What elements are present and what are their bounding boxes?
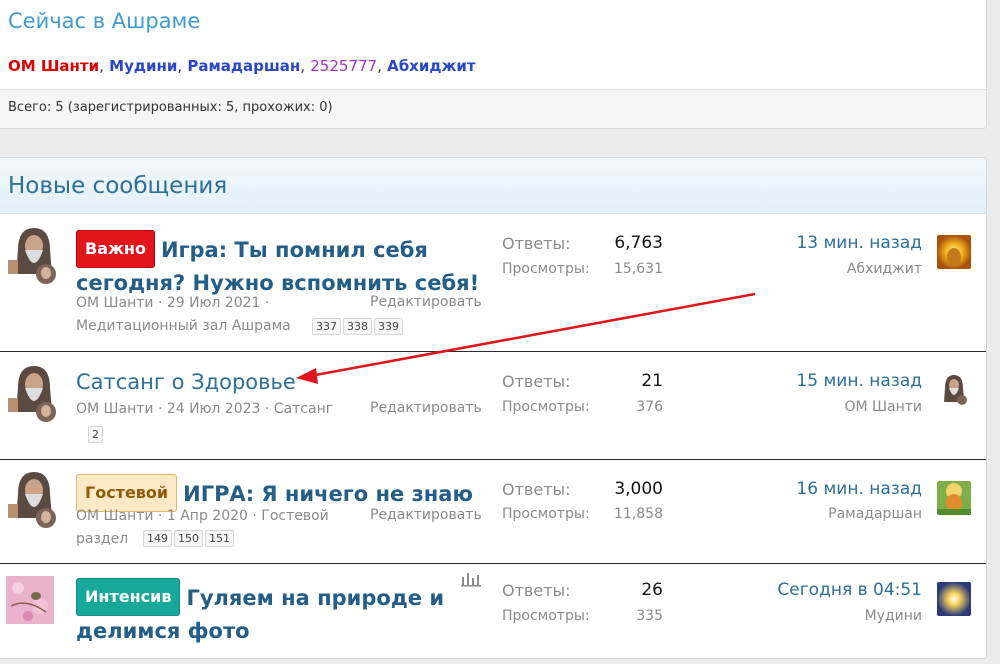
separator: ,	[177, 57, 183, 75]
last-post-user[interactable]: ОМ Шанти	[844, 399, 922, 415]
page-links: 337 338 339	[312, 318, 405, 335]
replies-count: 3,000	[614, 479, 663, 499]
thread-title-line[interactable]: делимся фото	[76, 619, 250, 643]
author-avatar-icon[interactable]	[6, 224, 60, 286]
last-poster-avatar-icon[interactable]	[937, 235, 971, 269]
thread-title[interactable]: Важно Игра: Ты помнил себя сегодня? Нужно…	[76, 230, 479, 299]
thread-author[interactable]: ОМ Шанти	[76, 508, 154, 524]
author-avatar-icon[interactable]	[6, 362, 60, 424]
online-users-list: ОМ Шанти, Мудини, Рамадаршан, 2525777, А…	[8, 57, 476, 75]
replies-count: 6,763	[614, 233, 663, 253]
online-user[interactable]: 2525777	[310, 57, 377, 75]
online-user[interactable]: Абхиджит	[387, 57, 476, 75]
thread-title[interactable]: Интенсив Гуляем на природе и делимся фото	[76, 578, 444, 647]
page-links: 2	[88, 426, 105, 443]
page-link[interactable]: 2	[88, 426, 103, 443]
replies-label: Ответы:	[502, 581, 571, 600]
thread-date[interactable]: 1 Апр 2020	[167, 508, 248, 524]
thread-title-line[interactable]: Игра: Ты помнил себя	[161, 238, 428, 262]
thread-meta: ОМ Шанти · 24 Июл 2023 · Сатсанг	[76, 401, 334, 417]
page-link[interactable]: 339	[374, 318, 403, 335]
page-link[interactable]: 149	[143, 530, 172, 547]
thread-forum[interactable]: раздел	[76, 531, 128, 547]
last-poster-avatar-icon[interactable]	[937, 582, 971, 616]
last-post-user[interactable]: Мудини	[865, 608, 922, 624]
thread-title-line[interactable]: Гуляем на природе и	[186, 586, 444, 610]
online-title[interactable]: Сейчас в Ашраме	[8, 9, 200, 33]
online-block: Сейчас в Ашраме ОМ Шанти, Мудини, Рамада…	[0, 0, 987, 129]
separator: ,	[300, 57, 306, 75]
edit-link[interactable]: Редактировать	[370, 294, 482, 310]
author-avatar-icon[interactable]	[6, 468, 60, 530]
online-total: Всего: 5 (зарегистрированных: 5, прохожи…	[8, 100, 333, 115]
last-post-time[interactable]: 15 мин. назад	[796, 371, 922, 391]
replies-count: 26	[641, 580, 663, 600]
page-link[interactable]: 150	[174, 530, 203, 547]
online-user[interactable]: Мудини	[109, 57, 177, 75]
thread-author[interactable]: ОМ Шанти	[76, 401, 154, 417]
thread-author[interactable]: ОМ Шанти	[76, 295, 154, 311]
thread-title[interactable]: Сатсанг о Здоровье	[76, 367, 296, 398]
replies-label: Ответы:	[502, 234, 571, 253]
online-footer: Всего: 5 (зарегистрированных: 5, прохожи…	[0, 89, 986, 128]
views-count: 376	[636, 399, 663, 415]
badge-intensive[interactable]: Интенсив	[76, 578, 181, 616]
edit-link[interactable]: Редактировать	[370, 400, 482, 416]
badge-important[interactable]: Важно	[76, 230, 155, 268]
poll-chart-icon	[461, 573, 481, 587]
thread-title-text[interactable]: ИГРА: Я ничего не знаю	[183, 482, 473, 506]
thread-date[interactable]: 24 Июл 2023	[167, 401, 261, 417]
separator: ,	[377, 57, 382, 75]
views-count: 11,858	[614, 506, 663, 522]
page-link[interactable]: 151	[205, 530, 234, 547]
thread-row: Интенсив Гуляем на природе и делимся фото…	[0, 564, 986, 664]
thread-row: Гостевой ИГРА: Я ничего не знаю ОМ Шанти …	[0, 460, 986, 564]
page-link[interactable]: 337	[312, 318, 341, 335]
new-posts-block: Новые сообщения Важно Игра: Ты помнил себ…	[0, 157, 987, 659]
online-user[interactable]: Рамадаршан	[187, 57, 300, 75]
thread-row: Важно Игра: Ты помнил себя сегодня? Нужно…	[0, 214, 986, 352]
thread-forum[interactable]: Сатсанг	[274, 401, 333, 417]
views-label: Просмотры:	[502, 261, 590, 277]
thread-row: Сатсанг о Здоровье ОМ Шанти · 24 Июл 202…	[0, 352, 986, 460]
thread-date[interactable]: 29 Июл 2021	[167, 295, 261, 311]
last-post-time[interactable]: Сегодня в 04:51	[777, 580, 922, 600]
replies-count: 21	[641, 371, 663, 391]
replies-label: Ответы:	[502, 372, 571, 391]
last-post-time[interactable]: 16 мин. назад	[796, 479, 922, 499]
separator: ,	[99, 57, 104, 75]
page-link[interactable]: 338	[343, 318, 372, 335]
page-links: 149 150 151	[143, 530, 236, 547]
last-post-time[interactable]: 13 мин. назад	[796, 233, 922, 253]
last-poster-avatar-icon[interactable]	[937, 372, 971, 406]
last-post-user[interactable]: Рамадаршан	[828, 506, 922, 522]
last-post-user[interactable]: Абхиджит	[847, 261, 922, 277]
author-avatar-icon[interactable]	[6, 576, 54, 624]
new-posts-header: Новые сообщения	[0, 158, 986, 214]
views-label: Просмотры:	[502, 399, 590, 415]
thread-forum[interactable]: Медитационный зал Ашрама	[76, 318, 291, 334]
replies-label: Ответы:	[502, 480, 571, 499]
online-user[interactable]: ОМ Шанти	[8, 57, 99, 75]
thread-meta: ОМ Шанти · 29 Июл 2021 · Медитационный з…	[76, 295, 291, 334]
views-label: Просмотры:	[502, 608, 590, 624]
thread-forum[interactable]: Гостевой	[261, 508, 328, 524]
new-posts-title[interactable]: Новые сообщения	[8, 173, 227, 199]
last-poster-avatar-icon[interactable]	[937, 481, 971, 515]
edit-link[interactable]: Редактировать	[370, 507, 482, 523]
views-count: 15,631	[614, 261, 663, 277]
views-label: Просмотры:	[502, 506, 590, 522]
views-count: 335	[636, 608, 663, 624]
